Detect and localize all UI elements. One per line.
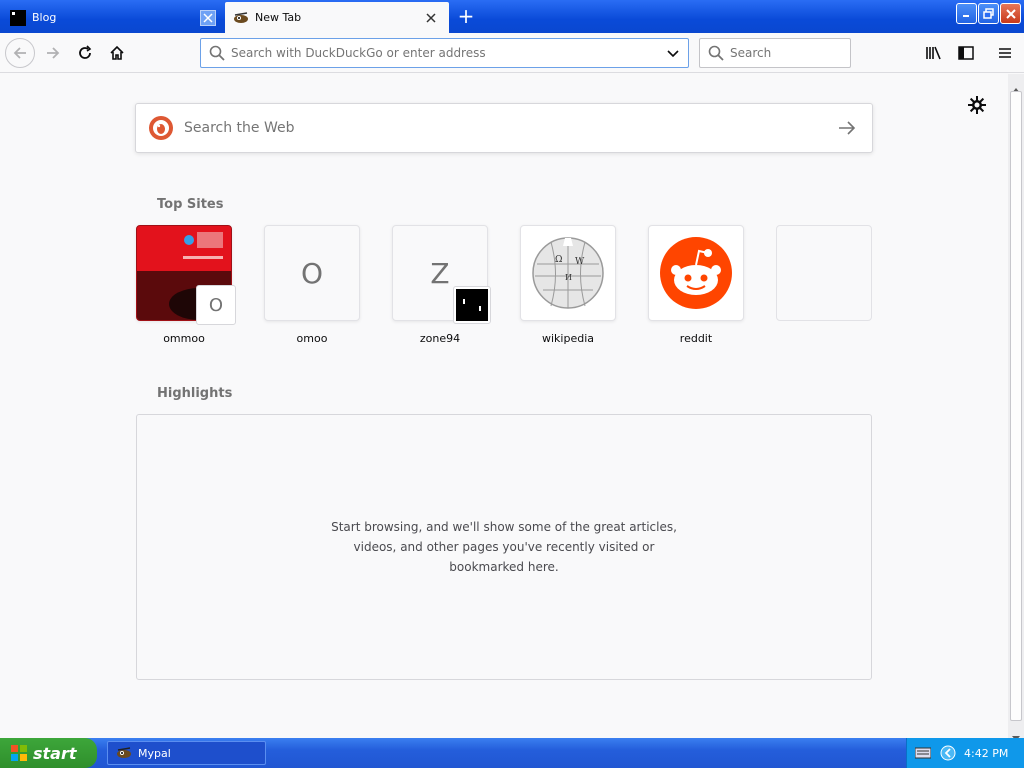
tab-strip: Blog New Tab + [0, 0, 1024, 33]
wikipedia-globe-icon: Ω W И [532, 237, 604, 309]
search-bar[interactable] [699, 38, 851, 68]
vertical-scrollbar[interactable] [1008, 74, 1024, 741]
svg-text:W: W [575, 257, 585, 267]
tab-blog[interactable]: Blog [2, 2, 224, 33]
blog-favicon-icon [10, 9, 26, 26]
search-input[interactable] [730, 46, 850, 60]
close-window-icon[interactable] [1000, 3, 1021, 24]
chevron-down-icon[interactable] [666, 46, 680, 60]
top-site-tile[interactable]: Z zone94 [392, 225, 491, 345]
top-site-tile[interactable]: Ω W И wikipedia [520, 225, 616, 345]
tile-thumbnail [648, 225, 744, 321]
start-label: start [33, 743, 77, 763]
highlights-title: Highlights [157, 386, 233, 401]
top-site-tile[interactable]: reddit [648, 225, 744, 345]
taskbar-item-mypal[interactable]: Mypal [107, 741, 266, 765]
gear-icon[interactable] [966, 94, 988, 116]
url-input[interactable] [231, 46, 666, 60]
system-tray: 4:42 PM [906, 738, 1024, 768]
menu-icon[interactable] [991, 39, 1019, 67]
close-tab-icon[interactable] [423, 10, 439, 26]
taskbar: start Mypal 4:42 PM [0, 738, 1024, 768]
tile-label: ommoo [163, 332, 205, 345]
mypal-icon [116, 745, 132, 761]
tile-letter: O [300, 256, 324, 290]
tab-label: New Tab [255, 11, 302, 24]
home-icon[interactable] [103, 39, 131, 67]
tile-thumbnail: O [264, 225, 360, 321]
tile-letter: Z [430, 256, 450, 290]
highlights-empty-message: Start browsing, and we'll show some of t… [331, 520, 677, 574]
mypal-favicon-icon [233, 10, 249, 26]
reddit-logo-icon [660, 237, 732, 309]
tile-placeholder [776, 225, 872, 321]
start-button[interactable]: start [0, 738, 97, 768]
taskbar-item-label: Mypal [138, 746, 171, 760]
tile-label: zone94 [419, 332, 461, 345]
tab-new-tab[interactable]: New Tab [225, 2, 449, 33]
top-site-tile[interactable]: O omoo [264, 225, 360, 345]
tile-label: reddit [679, 332, 713, 345]
restore-icon[interactable] [978, 3, 999, 24]
duckduckgo-logo-icon [148, 115, 174, 141]
search-icon [708, 45, 724, 61]
new-tab-page: Top Sites O ommoo O omoo Z [0, 74, 1008, 738]
minimize-icon[interactable] [956, 3, 977, 24]
svg-text:И: И [565, 273, 572, 282]
tile-label: omoo [296, 332, 328, 345]
svg-text:Ω: Ω [555, 255, 562, 265]
scrollbar-thumb[interactable] [1010, 91, 1022, 721]
back-icon[interactable] [5, 38, 35, 68]
forward-icon[interactable] [39, 39, 67, 67]
library-icon[interactable] [920, 39, 948, 67]
tab-label: Blog [32, 11, 57, 24]
windows-logo-icon [10, 744, 28, 762]
keyboard-icon[interactable] [915, 747, 931, 759]
tile-thumbnail: Z [392, 225, 491, 324]
sidebar-icon[interactable] [952, 39, 980, 67]
web-search-box[interactable] [135, 103, 873, 153]
url-bar[interactable] [200, 38, 689, 68]
tile-label: wikipedia [541, 332, 594, 345]
top-site-tile-empty[interactable] [776, 225, 872, 332]
web-search-input[interactable] [184, 120, 838, 136]
clock: 4:42 PM [964, 746, 1009, 760]
nav-toolbar [0, 33, 1024, 73]
reload-icon[interactable] [71, 39, 99, 67]
new-tab-icon[interactable]: + [455, 6, 477, 28]
arrow-right-icon[interactable] [838, 120, 856, 136]
top-site-tile[interactable]: O ommoo [136, 225, 236, 345]
tile-letter-badge: O [196, 285, 236, 325]
zone94-favicon-icon [453, 286, 491, 324]
chevron-left-icon[interactable] [940, 745, 956, 761]
top-sites-title: Top Sites [157, 197, 224, 212]
close-tab-icon[interactable] [200, 9, 216, 26]
tile-thumbnail: Ω W И [520, 225, 616, 321]
highlights-panel: Start browsing, and we'll show some of t… [136, 414, 872, 680]
search-icon [209, 45, 225, 61]
